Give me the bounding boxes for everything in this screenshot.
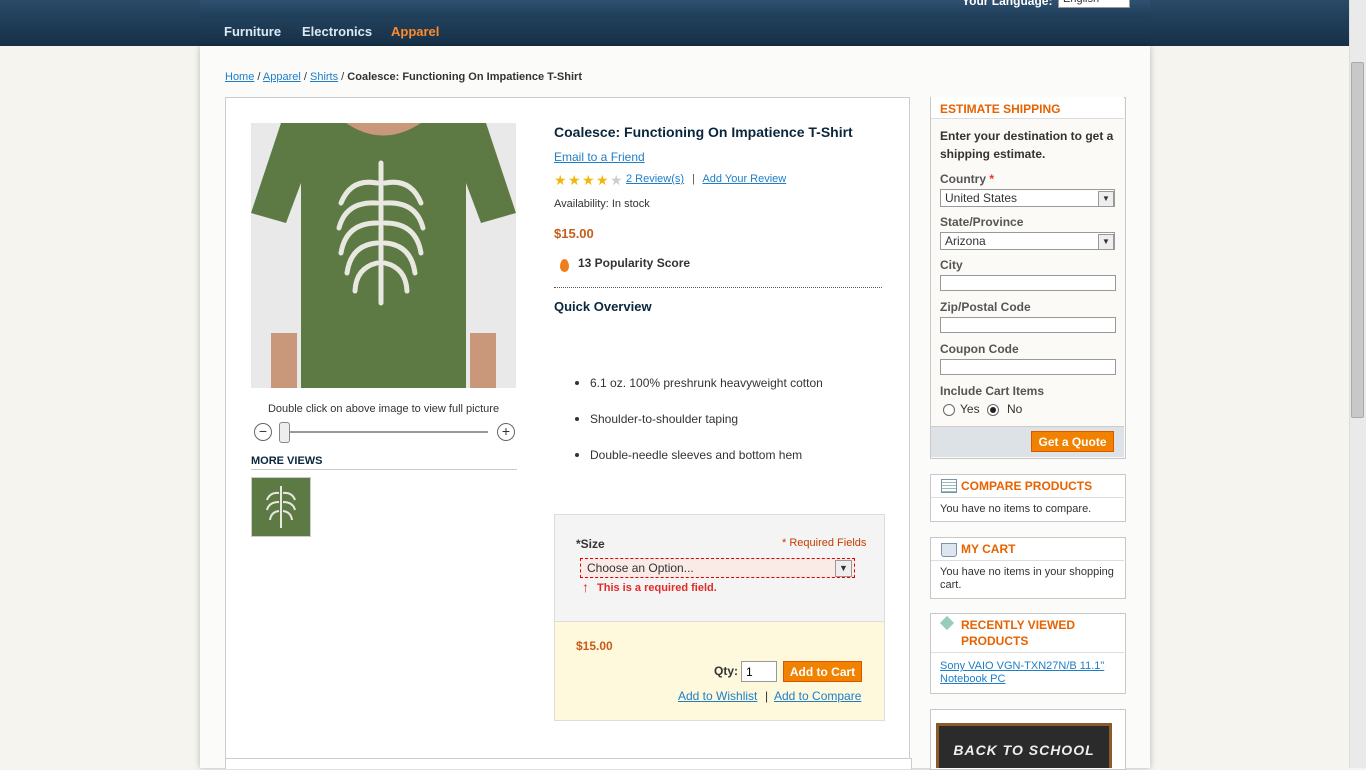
feature-item: Shoulder-to-shoulder taping xyxy=(590,412,739,426)
product-image[interactable] xyxy=(251,123,516,388)
zip-input[interactable] xyxy=(940,317,1116,333)
get-quote-button[interactable]: Get a Quote xyxy=(1031,431,1114,452)
cart-empty-text: You have no items in your shopping cart. xyxy=(940,566,1114,591)
popularity-score: 13 Popularity Score xyxy=(578,256,691,270)
shipping-title: ESTIMATE SHIPPING xyxy=(940,102,1061,116)
cart-icon xyxy=(941,543,957,557)
required-error-message: This is a required field. xyxy=(597,582,717,594)
language-select[interactable]: English xyxy=(1058,0,1130,8)
my-cart-title: MY CART xyxy=(961,542,1016,556)
more-views-heading: MORE VIEWS xyxy=(251,455,517,470)
nav-apparel[interactable]: Apparel xyxy=(391,24,439,39)
feature-item: 6.1 oz. 100% preshrunk heavyweight cotto… xyxy=(590,376,823,390)
zoom-out-icon[interactable]: − xyxy=(254,423,272,441)
cart-box-price: $15.00 xyxy=(576,639,613,653)
nav-electronics[interactable]: Electronics xyxy=(302,24,372,39)
flame-icon xyxy=(560,259,569,272)
chevron-down-icon[interactable]: ▼ xyxy=(1098,191,1114,207)
country-select[interactable]: United States xyxy=(940,189,1115,207)
breadcrumb-apparel[interactable]: Apparel xyxy=(263,71,301,83)
lower-panel xyxy=(225,758,912,769)
feature-item: Double-needle sleeves and bottom hem xyxy=(590,448,803,462)
star-icon: ★ xyxy=(596,172,609,188)
bullet-icon xyxy=(575,417,579,421)
recent-title-line1: RECENTLY VIEWED xyxy=(961,618,1076,632)
link-separator: | xyxy=(765,689,769,703)
radio-no-label: No xyxy=(1007,402,1023,416)
star-icon: ★ xyxy=(554,172,567,188)
coupon-label: Coupon Code xyxy=(940,342,1019,356)
cart-header xyxy=(931,537,1124,561)
breadcrumb-shirts[interactable]: Shirts xyxy=(310,71,338,83)
zoom-in-icon[interactable]: + xyxy=(497,423,515,441)
chevron-down-icon[interactable]: ▼ xyxy=(1098,234,1114,250)
add-to-cart-button[interactable]: Add to Cart xyxy=(783,661,862,682)
include-cart-label: Include Cart Items xyxy=(940,384,1045,398)
radio-no[interactable] xyxy=(987,404,999,416)
required-fields-note: * Required Fields xyxy=(782,537,867,549)
breadcrumb: Home / Apparel / Shirts / Coalesce: Func… xyxy=(225,71,582,83)
divider xyxy=(554,287,882,288)
language-label: Your Language: xyxy=(962,0,1053,8)
star-icon: ★ xyxy=(568,172,581,188)
star-empty-icon: ★ xyxy=(610,172,623,188)
coupon-input[interactable] xyxy=(940,359,1116,375)
product-thumbnail[interactable] xyxy=(251,477,311,537)
qty-input[interactable] xyxy=(741,661,777,682)
breadcrumb-home[interactable]: Home xyxy=(225,71,254,83)
city-input[interactable] xyxy=(940,275,1116,291)
back-to-school-image[interactable]: BACK TO SCHOOL xyxy=(936,723,1112,768)
qty-label: Qty: xyxy=(714,664,738,678)
product-price: $15.00 xyxy=(554,226,594,241)
add-to-wishlist-link[interactable]: Add to Wishlist xyxy=(678,689,757,703)
product-title: Coalesce: Functioning On Impatience T-Sh… xyxy=(554,124,853,140)
compare-empty-text: You have no items to compare. xyxy=(940,503,1092,515)
city-label: City xyxy=(940,258,963,272)
size-label: *Size xyxy=(576,537,605,551)
radio-yes[interactable] xyxy=(943,404,955,416)
quick-overview-title: Quick Overview xyxy=(554,299,652,314)
reviews-link[interactable]: 2 Review(s) xyxy=(626,173,684,185)
state-label: State/Province xyxy=(940,215,1024,229)
zoom-slider-track[interactable] xyxy=(284,431,488,433)
recent-title-line2: PRODUCTS xyxy=(961,634,1029,648)
compare-title: COMPARE PRODUCTS xyxy=(961,479,1093,493)
arrow-up-icon: ↑ xyxy=(582,579,589,595)
shipping-intro: Enter your destination to get a shipping… xyxy=(940,129,1114,161)
zoom-slider-handle[interactable] xyxy=(279,422,290,443)
add-review-link[interactable]: Add Your Review xyxy=(702,173,786,185)
recent-item-link[interactable]: Sony VAIO VGN-TXN27N/B 11.1" Notebook PC xyxy=(940,660,1116,686)
bullet-icon xyxy=(575,453,579,457)
reviews-row: 2 Review(s) | Add Your Review xyxy=(626,173,787,185)
state-select[interactable]: Arizona xyxy=(940,232,1115,250)
add-to-compare-link[interactable]: Add to Compare xyxy=(774,689,861,703)
country-label: Country * xyxy=(940,172,995,186)
size-select[interactable]: Choose an Option... xyxy=(580,558,855,578)
nav-furniture[interactable]: Furniture xyxy=(224,24,281,39)
radio-yes-label: Yes xyxy=(960,402,980,416)
zoom-instruction: Double click on above image to view full… xyxy=(267,403,500,415)
availability-text: Availability: In stock xyxy=(554,198,650,210)
zip-label: Zip/Postal Code xyxy=(940,300,1031,314)
scrollbar-thumb[interactable] xyxy=(1351,62,1364,418)
star-icon: ★ xyxy=(582,172,595,188)
email-friend-link[interactable]: Email to a Friend xyxy=(554,150,645,164)
compare-icon xyxy=(941,479,957,493)
breadcrumb-current: Coalesce: Functioning On Impatience T-Sh… xyxy=(347,71,582,83)
chevron-down-icon[interactable]: ▼ xyxy=(835,560,852,577)
bullet-icon xyxy=(575,381,579,385)
